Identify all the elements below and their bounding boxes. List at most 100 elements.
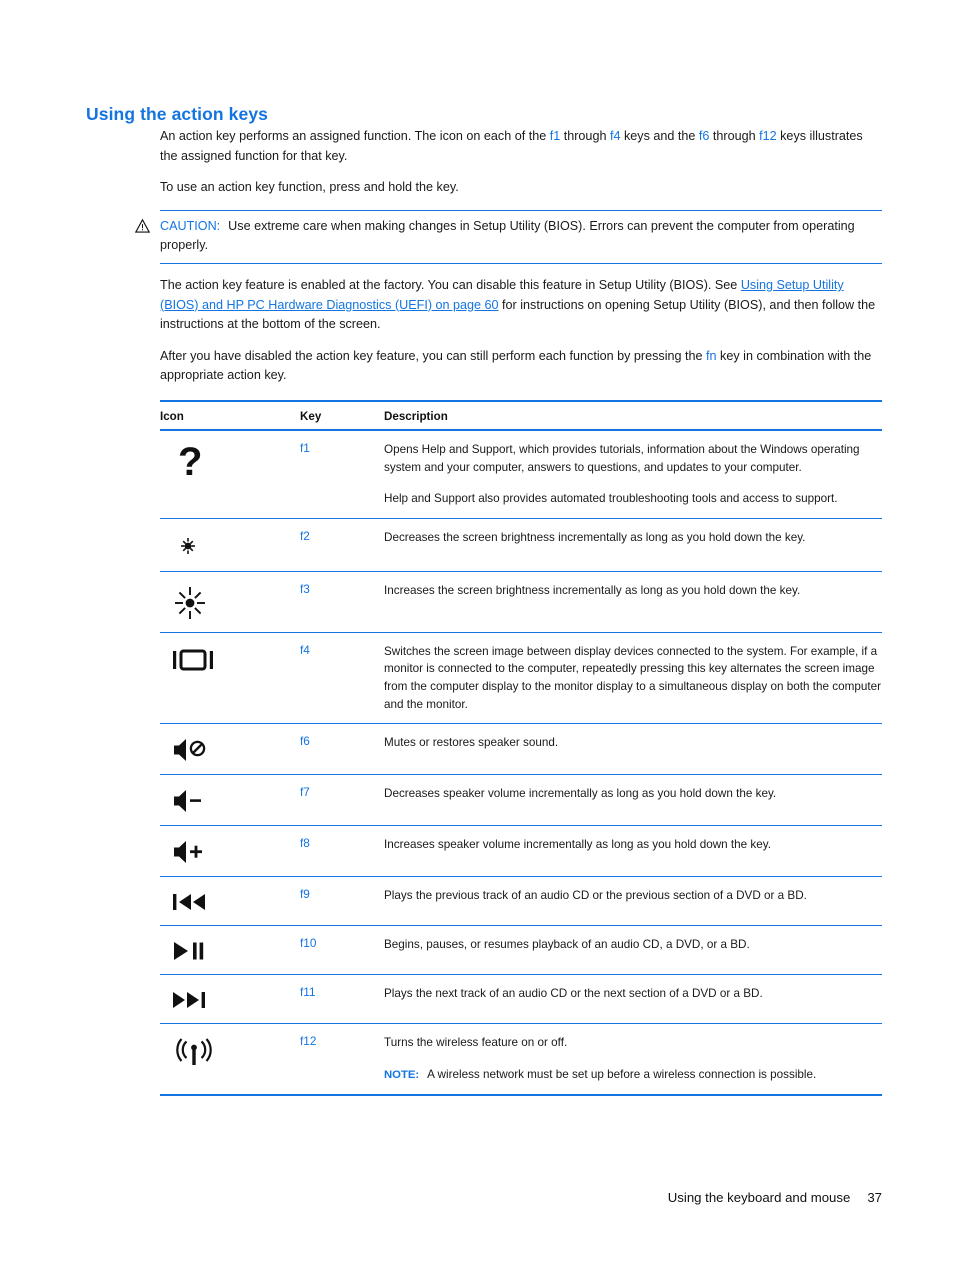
row-icon-cell bbox=[160, 518, 300, 572]
page-title: Using the action keys bbox=[86, 103, 269, 124]
intro-text-b: through bbox=[560, 129, 610, 143]
row-key: f1 bbox=[300, 430, 384, 519]
row-desc-paragraph: Mutes or restores speaker sound. bbox=[384, 736, 559, 750]
warning-triangle-icon bbox=[135, 218, 150, 233]
play-pause-icon bbox=[160, 936, 300, 964]
footer-title: Using the keyboard and mouse bbox=[667, 1190, 851, 1205]
caution-text: CAUTION: Use extreme care when making cha… bbox=[160, 217, 882, 256]
row-description: Mutes or restores speaker sound. bbox=[384, 723, 882, 776]
usage-paragraph: To use an action key function, press and… bbox=[160, 180, 459, 195]
row-key: f7 bbox=[300, 774, 384, 827]
row-key: f2 bbox=[300, 518, 384, 572]
row-icon-cell bbox=[160, 632, 300, 725]
row-description: Opens Help and Support, which provides t… bbox=[384, 430, 882, 519]
caution-block: CAUTION: Use extreme care when making cha… bbox=[135, 209, 882, 264]
row-key: f9 bbox=[300, 876, 384, 927]
svg-text:?: ? bbox=[178, 443, 202, 483]
row-icon-cell bbox=[160, 876, 300, 927]
row-desc-paragraph: Plays the previous track of an audio CD … bbox=[384, 889, 807, 903]
brightness-down-icon bbox=[160, 529, 300, 561]
caution-label: CAUTION: bbox=[160, 218, 221, 233]
key-ref-fn: fn bbox=[706, 348, 717, 363]
row-desc-paragraph: Increases the screen brightness incremen… bbox=[384, 583, 801, 597]
fn-combination-paragraph: After you have disabled the action key f… bbox=[160, 347, 882, 386]
row-key: f10 bbox=[300, 925, 384, 976]
key-ref-f6: f6 bbox=[698, 129, 710, 143]
disable-feature-paragraph: The action key feature is enabled at the… bbox=[160, 276, 882, 335]
intro-text-c: keys and the bbox=[620, 129, 699, 143]
table-row: f10 Begins, pauses, or resumes playback … bbox=[160, 925, 882, 976]
row-key: f8 bbox=[300, 825, 384, 878]
row-description: Switches the screen image between displa… bbox=[384, 632, 882, 725]
row-description: Begins, pauses, or resumes playback of a… bbox=[384, 925, 882, 976]
row-desc-paragraph: Decreases the screen brightness incremen… bbox=[384, 530, 806, 544]
row-desc-paragraph: Increases speaker volume incrementally a… bbox=[384, 838, 771, 852]
row-desc-paragraph: Decreases speaker volume incrementally a… bbox=[384, 787, 777, 801]
row-desc-paragraph: Turns the wireless feature on or off. bbox=[384, 1036, 568, 1050]
row-desc-paragraph: Help and Support also provides automated… bbox=[384, 492, 838, 506]
table-row: f11 Plays the next track of an audio CD … bbox=[160, 974, 882, 1025]
table-row: f6 Mutes or restores speaker sound. bbox=[160, 723, 882, 776]
wireless-icon bbox=[160, 1034, 300, 1072]
table-row: f2 Decreases the screen brightness incre… bbox=[160, 518, 882, 572]
row-key: f3 bbox=[300, 571, 384, 633]
table-row: f3 Increases the screen brightness incre… bbox=[160, 571, 882, 633]
row-description: Increases speaker volume incrementally a… bbox=[384, 825, 882, 878]
speaker-mute-icon bbox=[160, 734, 300, 764]
next-track-icon bbox=[160, 985, 300, 1013]
row-key: f12 bbox=[300, 1023, 384, 1097]
switch-display-icon bbox=[160, 643, 300, 675]
volume-up-icon bbox=[160, 836, 300, 866]
note-label: NOTE: bbox=[384, 1068, 420, 1081]
row-desc-paragraph: Plays the next track of an audio CD or t… bbox=[384, 987, 763, 1001]
row-description: Turns the wireless feature on or off. NO… bbox=[384, 1023, 882, 1097]
key-ref-f12: f12 bbox=[759, 129, 777, 143]
row-desc-paragraph: Opens Help and Support, which provides t… bbox=[384, 443, 860, 474]
row-description: Plays the next track of an audio CD or t… bbox=[384, 974, 882, 1025]
table-row: f12 Turns the wireless feature on or off… bbox=[160, 1023, 882, 1097]
document-page: Using the action keys An action key perf… bbox=[0, 0, 954, 1270]
row-note: NOTE: A wireless network must be set up b… bbox=[384, 1066, 882, 1085]
table-row: ? f1 Opens Help and Support, which provi… bbox=[160, 430, 882, 519]
fn-text-a: After you have disabled the action key f… bbox=[160, 348, 707, 363]
row-description: Increases the screen brightness incremen… bbox=[384, 571, 882, 633]
table-row: f8 Increases speaker volume incrementall… bbox=[160, 825, 882, 878]
intro-paragraph: An action key performs an assigned funct… bbox=[160, 127, 882, 166]
row-icon-cell bbox=[160, 571, 300, 633]
row-icon-cell bbox=[160, 925, 300, 976]
page-footer: Using the keyboard and mouse 37 bbox=[0, 1190, 882, 1205]
row-description: Decreases the screen brightness incremen… bbox=[384, 518, 882, 572]
volume-down-icon bbox=[160, 785, 300, 815]
row-icon-cell bbox=[160, 825, 300, 878]
row-icon-cell bbox=[160, 1023, 300, 1097]
caution-body: Use extreme care when making changes in … bbox=[160, 218, 855, 253]
question-mark-icon: ? bbox=[160, 441, 300, 483]
action-keys-table: Icon Key Description ? f1 Opens Help and… bbox=[160, 400, 882, 1097]
row-desc-paragraph: Begins, pauses, or resumes playback of a… bbox=[384, 938, 750, 952]
row-desc-paragraph: Switches the screen image between displa… bbox=[384, 644, 881, 711]
row-description: Decreases speaker volume incrementally a… bbox=[384, 774, 882, 827]
row-key: f11 bbox=[300, 974, 384, 1025]
table-row: f7 Decreases speaker volume incrementall… bbox=[160, 774, 882, 827]
brightness-up-icon bbox=[160, 582, 300, 622]
header-icon: Icon bbox=[160, 400, 300, 431]
table-row: f9 Plays the previous track of an audio … bbox=[160, 876, 882, 927]
previous-track-icon bbox=[160, 887, 300, 915]
row-key: f4 bbox=[300, 632, 384, 725]
table-header-row: Icon Key Description bbox=[160, 400, 882, 431]
key-ref-f4: f4 bbox=[609, 129, 621, 143]
intro-text-d: through bbox=[709, 129, 760, 143]
row-icon-cell bbox=[160, 723, 300, 776]
note-text: A wireless network must be set up before… bbox=[427, 1067, 817, 1081]
key-ref-f1: f1 bbox=[549, 129, 561, 143]
body-content: An action key performs an assigned funct… bbox=[135, 127, 882, 398]
header-key: Key bbox=[300, 400, 384, 431]
row-key: f6 bbox=[300, 723, 384, 776]
row-description: Plays the previous track of an audio CD … bbox=[384, 876, 882, 927]
row-icon-cell bbox=[160, 974, 300, 1025]
page-number: 37 bbox=[867, 1190, 882, 1205]
row-icon-cell bbox=[160, 774, 300, 827]
intro-text-a: An action key performs an assigned funct… bbox=[160, 129, 550, 143]
header-description: Description bbox=[384, 400, 882, 431]
row-icon-cell: ? bbox=[160, 430, 300, 519]
